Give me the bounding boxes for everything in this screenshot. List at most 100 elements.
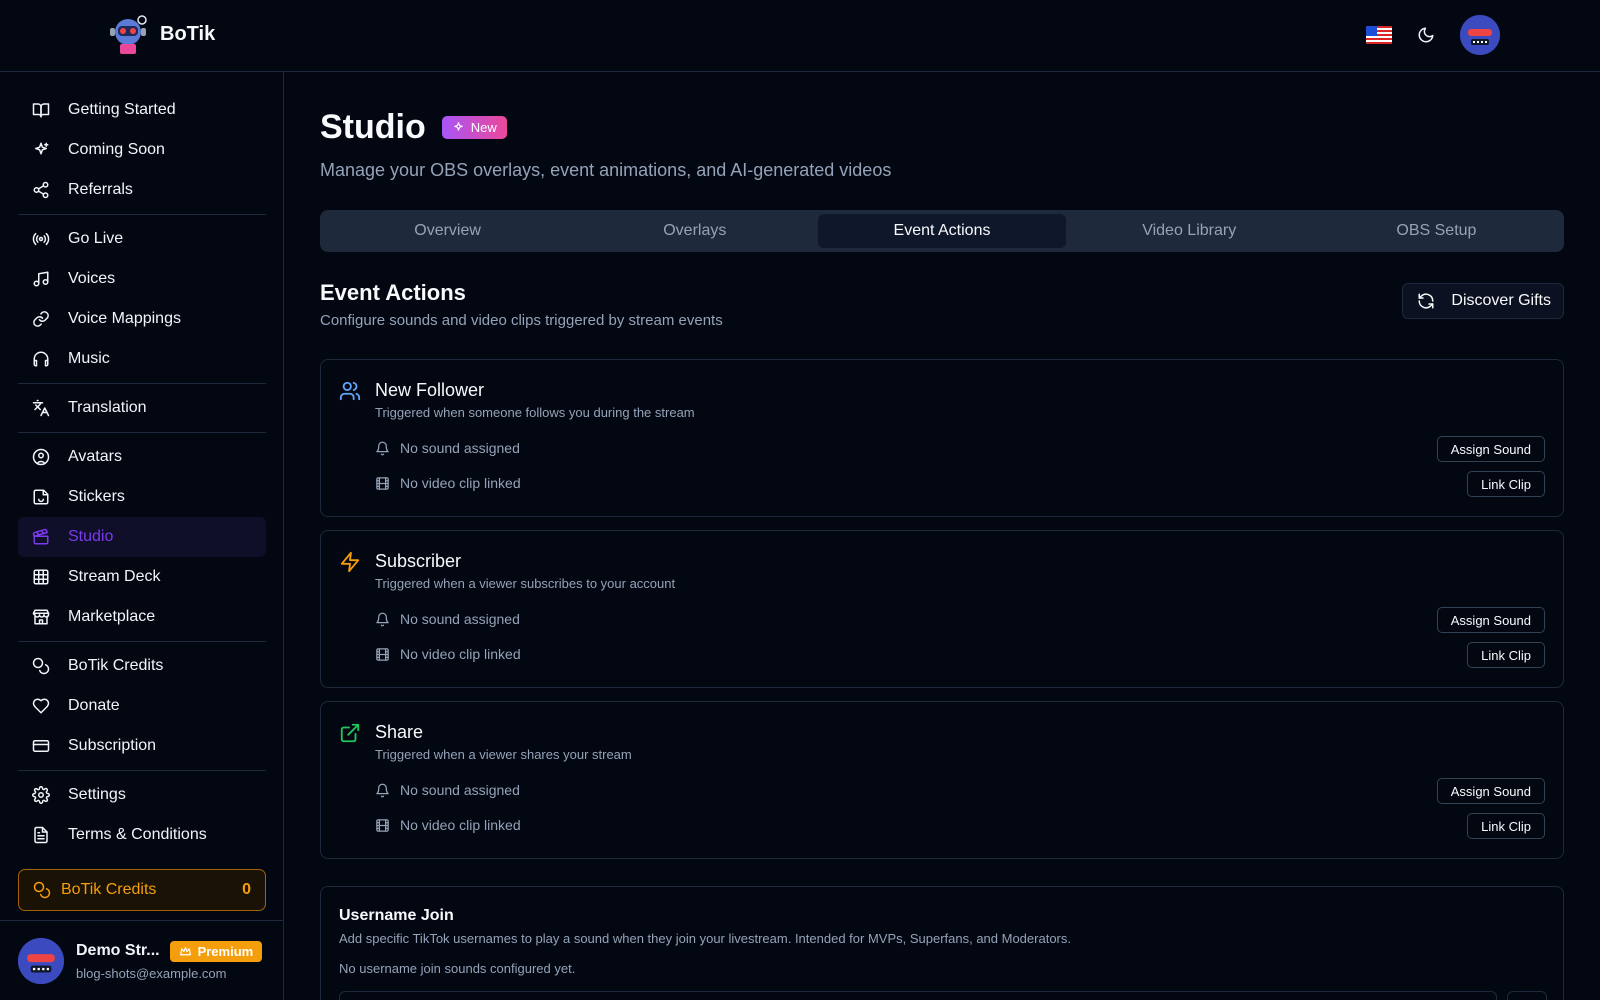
assign-sound-button[interactable]: Assign Sound [1436,436,1545,462]
sound-status-text: No sound assigned [400,611,520,627]
clip-status-text: No video clip linked [400,646,521,662]
sidebar-item-label: Translation [68,399,147,416]
new-badge: New [441,116,507,139]
sound-status-text: No sound assigned [400,440,520,456]
clip-status: No video clip linked [375,475,521,491]
film-icon [376,476,389,490]
sidebar-item-music[interactable]: Music [18,339,266,379]
moon-icon[interactable] [1412,21,1440,49]
user-name: Demo Str... [76,942,160,959]
botik-logo [106,14,150,54]
music-note-icon [33,271,49,287]
nav-divider [18,770,266,771]
sidebar-item-avatars[interactable]: Avatars [18,437,266,477]
event-card-new-follower: New Follower Triggered when someone follo… [320,359,1564,517]
tab-video-library[interactable]: Video Library [1066,214,1313,248]
sidebar-item-voices[interactable]: Voices [18,259,266,299]
tab-overview[interactable]: Overview [324,214,571,248]
sidebar-item-label: Marketplace [68,608,156,625]
sidebar-item-studio[interactable]: Studio [18,517,266,557]
event-description: Triggered when a viewer shares your stre… [375,747,632,762]
assign-sound-button[interactable]: Assign Sound [1436,607,1545,633]
sidebar-item-label: Stream Deck [68,568,161,585]
sidebar-item-label: Settings [68,786,126,803]
sidebar-item-label: Voices [68,270,116,287]
sidebar-item-go-live[interactable]: Go Live [18,219,266,259]
sidebar-item-botik-credits[interactable]: BoTik Credits [18,646,266,686]
coins-icon [33,881,51,899]
sound-status: No sound assigned [375,782,520,798]
sound-status-text: No sound assigned [400,782,520,798]
sound-status: No sound assigned [375,440,520,456]
sidebar-item-label: BoTik Credits [68,657,164,674]
event-card-share: Share Triggered when a viewer shares your… [320,701,1564,859]
sidebar-item-voice-mappings[interactable]: Voice Mappings [18,299,266,339]
discover-gifts-label: Discover Gifts [1451,292,1551,309]
sidebar-item-settings[interactable]: Settings [18,775,266,815]
sidebar-item-label: Music [68,350,110,367]
main-content: Studio New Manage your OBS overlays, eve… [320,72,1564,1000]
sidebar-item-donate[interactable]: Donate [18,686,266,726]
link-clip-button[interactable]: Link Clip [1467,471,1545,497]
sticker-icon [33,489,49,505]
link-icon [33,311,49,327]
assign-sound-button[interactable]: Assign Sound [1436,778,1545,804]
sidebar-item-referrals[interactable]: Referrals [18,170,266,210]
sidebar-item-getting-started[interactable]: Getting Started [18,90,266,130]
user-avatar [18,937,64,984]
sidebar-item-coming-soon[interactable]: Coming Soon [18,130,266,170]
page-title: Studio [320,108,426,146]
nav-divider [18,432,266,433]
refresh-icon [1418,293,1434,309]
discover-gifts-button[interactable]: Discover Gifts [1402,283,1564,319]
tab-overlays[interactable]: Overlays [571,214,818,248]
lightning-icon [340,551,360,573]
clip-status: No video clip linked [375,646,521,662]
premium-badge: Premium [169,940,263,962]
sidebar-item-marketplace[interactable]: Marketplace [18,597,266,637]
page-subtitle: Manage your OBS overlays, event animatio… [320,160,892,180]
username-input[interactable] [339,991,1497,1000]
sidebar-item-stream-deck[interactable]: Stream Deck [18,557,266,597]
tab-event-actions[interactable]: Event Actions [818,214,1066,248]
broadcast-icon [32,232,50,246]
sidebar-item-stickers[interactable]: Stickers [18,477,266,517]
add-username-button[interactable] [1507,991,1547,1000]
new-badge-label: New [470,120,497,135]
tab-obs-setup[interactable]: OBS Setup [1313,214,1560,248]
credit-card-icon [32,740,50,752]
username-join-title: Username Join [339,907,454,924]
sidebar-nav: Getting Started Coming Soon Referrals Go Li… [18,90,266,855]
sparkles-icon [453,122,463,131]
sidebar-item-subscription[interactable]: Subscription [18,726,266,766]
book-open-icon [32,103,50,118]
us-flag-icon[interactable] [1366,26,1392,44]
link-clip-button[interactable]: Link Clip [1467,813,1545,839]
sidebar-item-label: Avatars [68,448,122,465]
film-icon [376,818,389,832]
link-clip-button[interactable]: Link Clip [1467,642,1545,668]
bell-icon [376,783,389,797]
brand[interactable]: BoTik [106,14,215,54]
credits-value: 0 [242,881,251,898]
grid-icon [33,569,49,585]
sound-status: No sound assigned [375,611,520,627]
clapperboard-icon [32,528,49,545]
external-link-icon [340,723,360,743]
headphones-icon [33,351,49,367]
sidebar-item-label: Terms & Conditions [68,826,207,843]
gear-icon [32,786,50,804]
film-icon [376,647,389,661]
sidebar-item-terms-conditions[interactable]: Terms & Conditions [18,815,266,855]
credits-balance-button[interactable]: BoTik Credits 0 [18,869,266,911]
top-bar: BoTik [0,0,1600,72]
event-title: Subscriber [375,551,462,571]
event-title: Share [375,722,424,742]
sidebar-item-translation[interactable]: Translation [18,388,266,428]
user-card[interactable]: Demo Str... Premium blog-shots@example.c… [0,920,283,1000]
sparkles-icon [35,142,49,155]
avatar[interactable] [1460,15,1500,55]
sidebar-item-label: Go Live [68,230,124,247]
coins-icon [32,657,50,675]
sidebar-item-label: Stickers [68,488,125,505]
